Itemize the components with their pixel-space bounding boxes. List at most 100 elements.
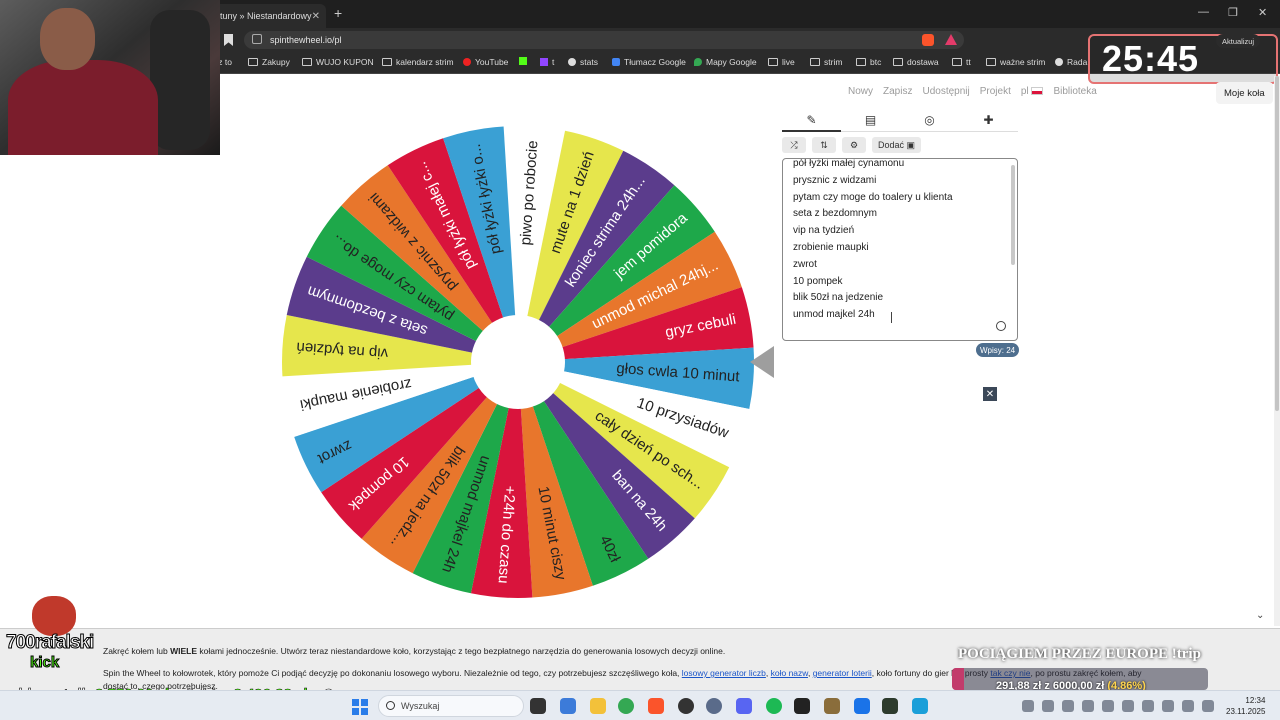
tray-icon[interactable] (1102, 700, 1114, 712)
brave-rewards-icon[interactable] (945, 34, 957, 45)
nav-share[interactable]: Udostępnij (922, 86, 969, 97)
windows-start-icon[interactable] (352, 699, 368, 715)
entry-line[interactable]: pytam czy moge do toalery u klienta (793, 190, 1007, 207)
entry-line[interactable]: zwrot (793, 257, 1007, 274)
tray-chevron-icon[interactable] (1022, 700, 1034, 712)
minimize-icon[interactable]: — (1198, 6, 1209, 18)
taskbar-app-icon[interactable] (560, 698, 576, 714)
shuffle-button[interactable]: ⤮ (782, 137, 806, 153)
folder-icon (856, 58, 866, 66)
bookmark-item[interactable]: Tłumacz Google (612, 57, 686, 67)
taskbar-app-icon[interactable] (854, 698, 870, 714)
bookmark-item[interactable]: ważne strim (986, 57, 1045, 67)
notepad-icon[interactable] (912, 698, 928, 714)
browser-tab[interactable]: tuny » Niestandardowy ✕ (212, 4, 326, 28)
spotify-icon[interactable] (766, 698, 782, 714)
bookmark-item[interactable]: Rada (1055, 57, 1087, 67)
bookmark-item[interactable]: btc (856, 57, 881, 67)
link-random-number[interactable]: losowy generator liczb (682, 668, 766, 678)
bookmark-item[interactable]: t (540, 57, 554, 67)
nav-new[interactable]: Nowy (848, 86, 873, 97)
tab-hide-icon[interactable]: ◎ (900, 108, 959, 131)
obs-icon[interactable] (678, 698, 694, 714)
taskbar-app-icon[interactable] (824, 698, 840, 714)
taskbar-app-icon[interactable] (530, 698, 546, 714)
bookmark-item[interactable]: Zakupy (248, 57, 290, 67)
bookmark-label: dostawa (907, 57, 939, 67)
nav-project[interactable]: Projekt (980, 86, 1011, 97)
chrome-icon[interactable] (618, 698, 634, 714)
taskbar-clock[interactable]: 12:34 23.11.2025 (1226, 695, 1265, 717)
entry-line[interactable]: vip na tydzień (793, 223, 1007, 240)
entry-line[interactable]: seta z bezdomnym (793, 206, 1007, 223)
maximize-icon[interactable]: ❐ (1228, 6, 1238, 19)
bookmark-item[interactable]: Mapy Google (694, 57, 757, 67)
page-scrollbar[interactable] (1274, 76, 1280, 626)
lang-code: pl (1020, 86, 1029, 97)
tray-icon[interactable] (1062, 700, 1074, 712)
folder-icon[interactable] (590, 698, 606, 714)
entry-line[interactable]: prysznic z widzami (793, 173, 1007, 190)
tab-customize-icon[interactable]: ✚ (959, 108, 1018, 131)
close-ad-icon[interactable]: ✕ (983, 387, 997, 401)
tab-close-icon[interactable]: ✕ (312, 11, 320, 22)
webcam-person-head (40, 8, 95, 70)
nav-save[interactable]: Zapisz (883, 86, 912, 97)
entries-textarea[interactable]: pół łyżki małej cynamonu prysznic z widza… (782, 158, 1018, 341)
nav-lang[interactable]: pl (1021, 86, 1044, 97)
taskbar-app-icon[interactable] (882, 698, 898, 714)
taskbar-app-icon[interactable] (706, 698, 722, 714)
bookmark-icon[interactable] (224, 34, 233, 46)
add-image-button[interactable]: Dodać ▣ (872, 137, 922, 153)
entry-line[interactable]: zrobienie maupki (793, 240, 1007, 257)
sort-button[interactable]: ⇅ (812, 137, 836, 153)
webcam-person-body (8, 60, 158, 155)
spin-wheel[interactable]: piwo po robocie mute na 1 dzieńkoniec str… (280, 124, 756, 600)
tray-icon[interactable] (1122, 700, 1134, 712)
settings-button[interactable]: ⚙ (842, 137, 866, 153)
bookmark-item[interactable]: WUJO KUPON (302, 57, 374, 67)
wheel-center[interactable] (471, 315, 565, 409)
entry-line[interactable]: unmod majkel 24h (793, 307, 1007, 324)
link-name-wheel[interactable]: koło nazw (771, 668, 808, 678)
discord-icon[interactable] (736, 698, 752, 714)
entry-line[interactable]: pół łyżki małej cynamonu (793, 159, 1007, 173)
brave-icon[interactable] (648, 698, 664, 714)
battery-icon[interactable] (1202, 700, 1214, 712)
bookmark-item[interactable]: live (768, 57, 795, 67)
bookmark-item[interactable]: stats (568, 57, 598, 67)
update-button[interactable]: Aktualizuj (1216, 34, 1261, 48)
footer-text: Spin the Wheel to kołowrotek, który pomo… (103, 668, 682, 678)
bookmark-item[interactable]: strim (810, 57, 842, 67)
network-icon[interactable] (1162, 700, 1174, 712)
volume-icon[interactable] (1182, 700, 1194, 712)
tray-icon[interactable] (1042, 700, 1054, 712)
tab-results-icon[interactable]: ▤ (841, 108, 900, 131)
nav-library[interactable]: Biblioteka (1053, 86, 1096, 97)
bookmark-item[interactable]: YouTube (463, 57, 508, 67)
entry-line[interactable]: blik 50zł na jedzenie (793, 290, 1007, 307)
bookmark-item[interactable] (519, 57, 531, 65)
taskbar-search[interactable]: Wyszukaj (378, 695, 524, 717)
entries-scrollbar[interactable] (1011, 165, 1015, 265)
page-scrollbar-thumb[interactable] (1275, 76, 1279, 411)
close-window-icon[interactable]: ✕ (1258, 6, 1267, 19)
entries-count-badge: Wpisy: 24 (976, 343, 1020, 357)
brave-shield-icon[interactable] (922, 34, 934, 46)
entry-line[interactable]: 10 pompek (793, 274, 1007, 291)
site-info-icon[interactable] (252, 34, 262, 44)
bookmark-item[interactable]: tt (952, 57, 971, 67)
my-wheels-button[interactable]: Moje koła (1216, 82, 1273, 104)
chevron-down-icon[interactable]: ⌄ (1256, 610, 1264, 621)
new-tab-icon[interactable]: + (334, 5, 342, 21)
url-field[interactable]: spinthewheel.io/pl (244, 31, 964, 49)
bookmark-item[interactable]: kalendarz strim (382, 57, 454, 67)
emoji-icon[interactable] (996, 321, 1006, 331)
tab-edit-icon[interactable]: ✎ (782, 108, 841, 131)
bookmark-item[interactable]: dostawa (893, 57, 939, 67)
taskbar-app-icon[interactable] (794, 698, 810, 714)
shuffle-icon: ⤮ (790, 139, 798, 150)
link-lottery[interactable]: generator loterii (813, 668, 872, 678)
tray-icon[interactable] (1142, 700, 1154, 712)
bluetooth-icon[interactable] (1082, 700, 1094, 712)
